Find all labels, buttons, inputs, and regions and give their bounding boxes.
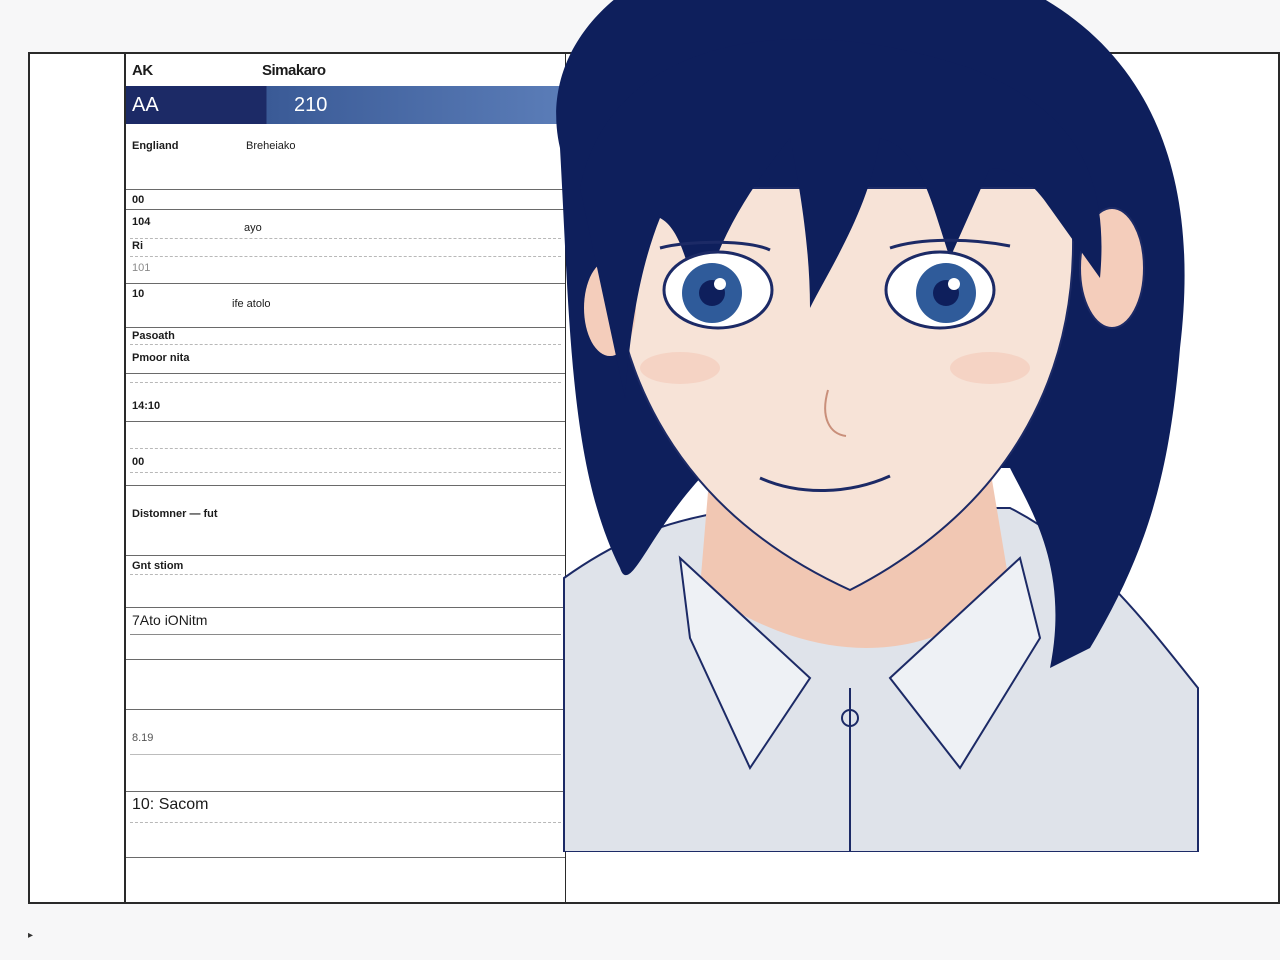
row-value: ife atolo [232,298,271,310]
row-label: 7Ato iONitm [132,612,208,628]
row-label: Ri [132,240,143,252]
row-label: Engliand [132,140,179,152]
row-label: Distomner — fut [132,508,218,520]
form-row[interactable] [126,858,565,902]
row-label: Pasoath [132,330,175,342]
row-value: ayo [244,222,262,234]
band-left-text: AA [132,94,159,116]
row-label: 101 [132,262,151,274]
row-label: 104 [132,216,151,228]
header-col2: Simakaro [262,62,326,79]
row-label: 10 [132,288,145,300]
row-label: 8.19 [132,732,154,744]
row-label: 00 [132,194,145,206]
character-portrait [556,0,1199,852]
row-label: Pmoor nita [132,352,190,364]
row-label: 10: Sacom [132,796,209,813]
row-value: Breheiako [246,140,296,152]
row-label: 00 [132,456,145,468]
header-col1: AK [132,62,153,79]
band-right-text: 210 [294,94,328,116]
status-arrow-icon: ▸ [28,930,34,941]
row-label: 14:10 [132,400,161,412]
row-label: Gnt stiom [132,560,184,572]
left-rail [30,54,126,902]
